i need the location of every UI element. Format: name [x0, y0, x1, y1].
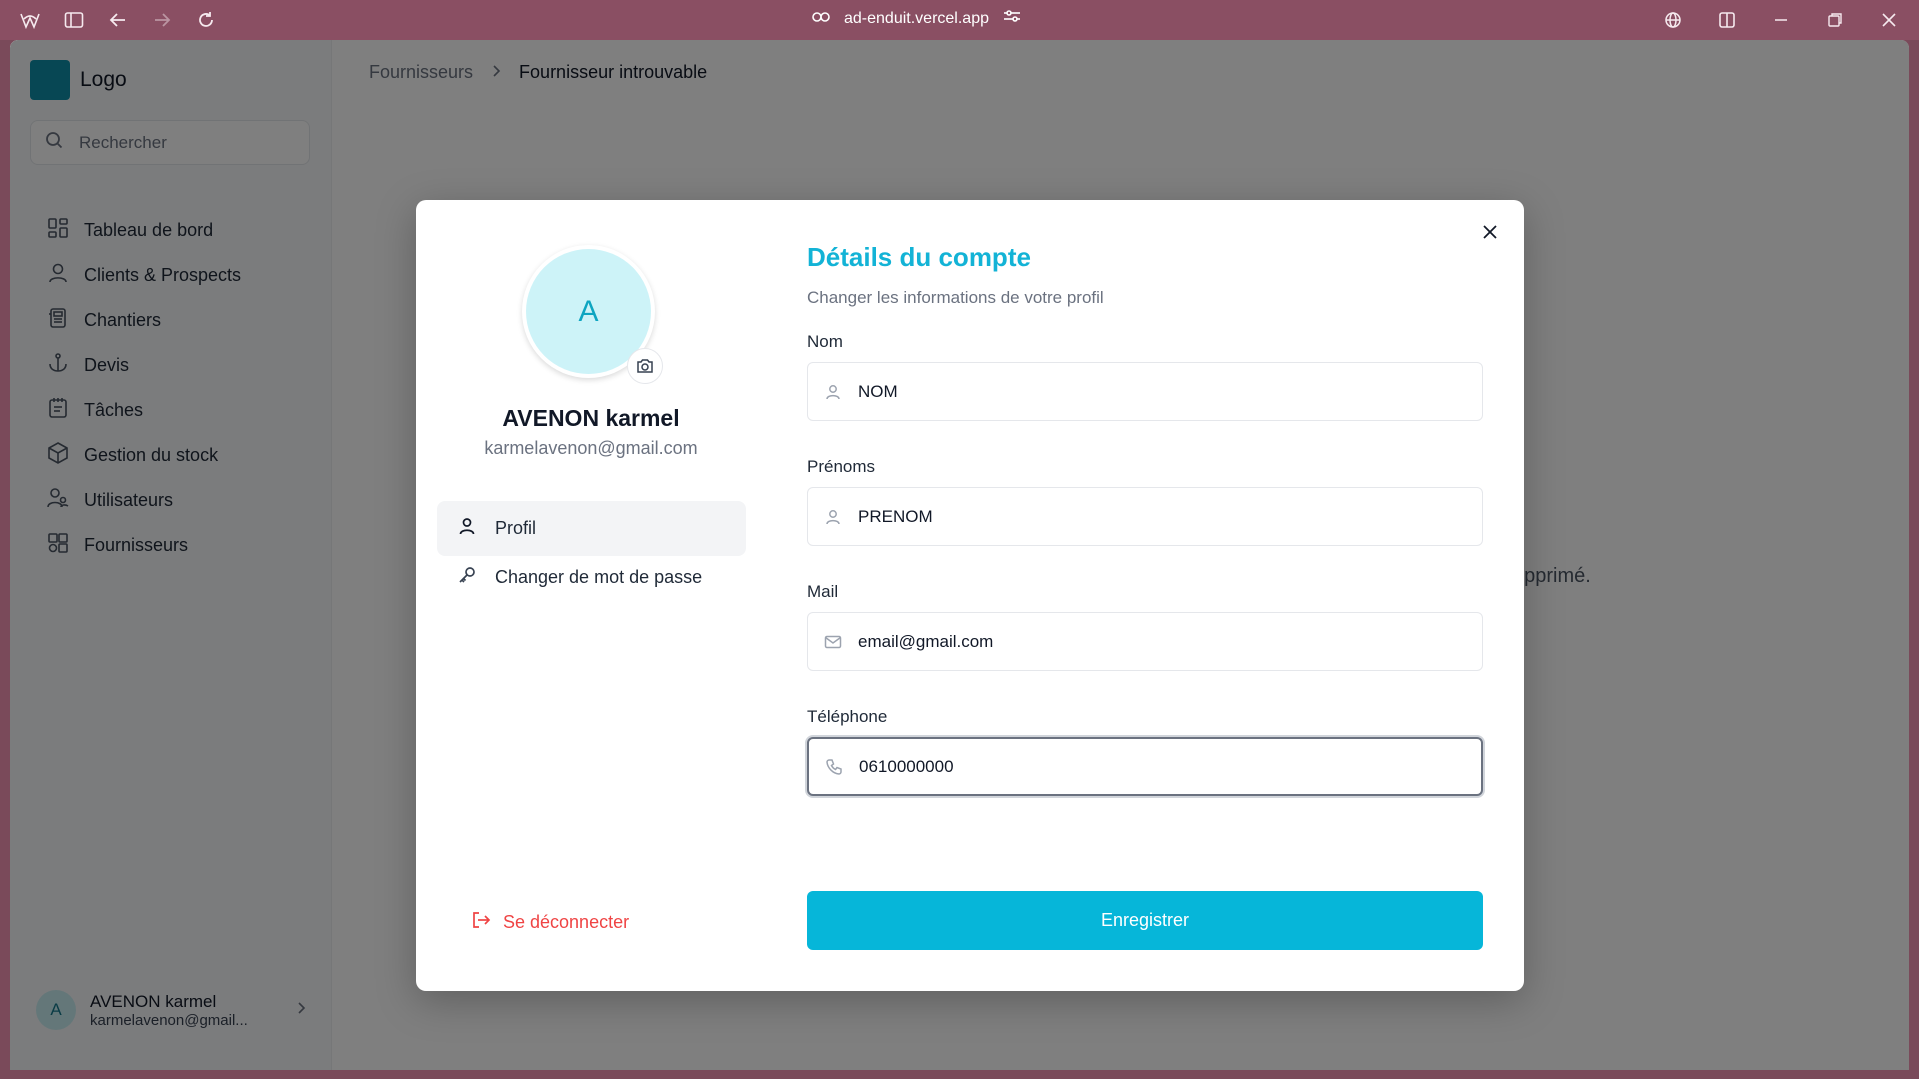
close-icon [1483, 225, 1497, 239]
form-title: Détails du compte [807, 242, 1031, 272]
tab-profil[interactable]: Profil [437, 501, 746, 556]
site-settings-icon[interactable] [1003, 8, 1021, 29]
change-photo-button[interactable] [627, 348, 663, 384]
mail-input[interactable] [858, 631, 1418, 652]
user-icon [457, 516, 477, 541]
url-text[interactable]: ad-enduit.vercel.app [844, 10, 989, 28]
account-modal: A AVENON karmel karmelavenon@gmail.com P… [416, 200, 1524, 991]
nom-field[interactable] [807, 362, 1483, 421]
prenoms-field[interactable] [807, 487, 1483, 546]
profile-email: karmelavenon@gmail.com [484, 438, 698, 458]
telephone-field[interactable] [807, 737, 1483, 796]
mail-icon [824, 635, 842, 648]
key-icon [457, 565, 477, 590]
sidebar-toggle-icon[interactable] [62, 8, 86, 32]
restore-icon[interactable] [1823, 8, 1847, 32]
window-controls [1661, 8, 1901, 32]
minimize-icon[interactable] [1769, 8, 1793, 32]
save-button[interactable]: Enregistrer [807, 891, 1483, 950]
close-modal-button[interactable] [1476, 218, 1504, 246]
browser-titlebar: ad-enduit.vercel.app [0, 0, 1919, 40]
prenoms-input[interactable] [858, 506, 1418, 527]
address-bar[interactable]: ad-enduit.vercel.app [812, 8, 1021, 29]
nom-input[interactable] [858, 381, 1418, 402]
form-subtitle: Changer les informations de votre profil [807, 288, 1104, 307]
prenoms-label: Prénoms [807, 457, 876, 476]
nom-label: Nom [807, 332, 843, 351]
mail-field[interactable] [807, 612, 1483, 671]
logout-icon [471, 910, 491, 935]
tab-label: Changer de mot de passe [495, 567, 703, 587]
app-window: Logo Rechercher Tableau de bord Clients … [10, 40, 1909, 1070]
camera-icon [637, 359, 653, 373]
user-icon [826, 509, 840, 524]
profile-name: AVENON karmel [502, 405, 680, 431]
reload-icon[interactable] [194, 8, 218, 32]
link-icon [812, 10, 830, 28]
logout-label: Se déconnecter [503, 912, 630, 932]
forward-arrow-icon[interactable] [150, 8, 174, 32]
tab-label: Profil [495, 518, 537, 538]
split-view-icon[interactable] [1715, 8, 1739, 32]
phone-icon [826, 758, 842, 775]
tab-changer-mot-de-passe[interactable]: Changer de mot de passe [437, 550, 746, 605]
close-window-icon[interactable] [1877, 8, 1901, 32]
user-icon [826, 384, 840, 399]
telephone-label: Téléphone [807, 707, 888, 726]
telephone-input[interactable] [859, 756, 1419, 777]
profile-avatar: A [522, 245, 663, 384]
browser-logo-icon[interactable] [18, 8, 42, 32]
globe-icon[interactable] [1661, 8, 1685, 32]
back-arrow-icon[interactable] [106, 8, 130, 32]
mail-label: Mail [807, 582, 839, 601]
browser-controls [18, 8, 218, 32]
logout-button[interactable]: Se déconnecter [471, 910, 629, 935]
